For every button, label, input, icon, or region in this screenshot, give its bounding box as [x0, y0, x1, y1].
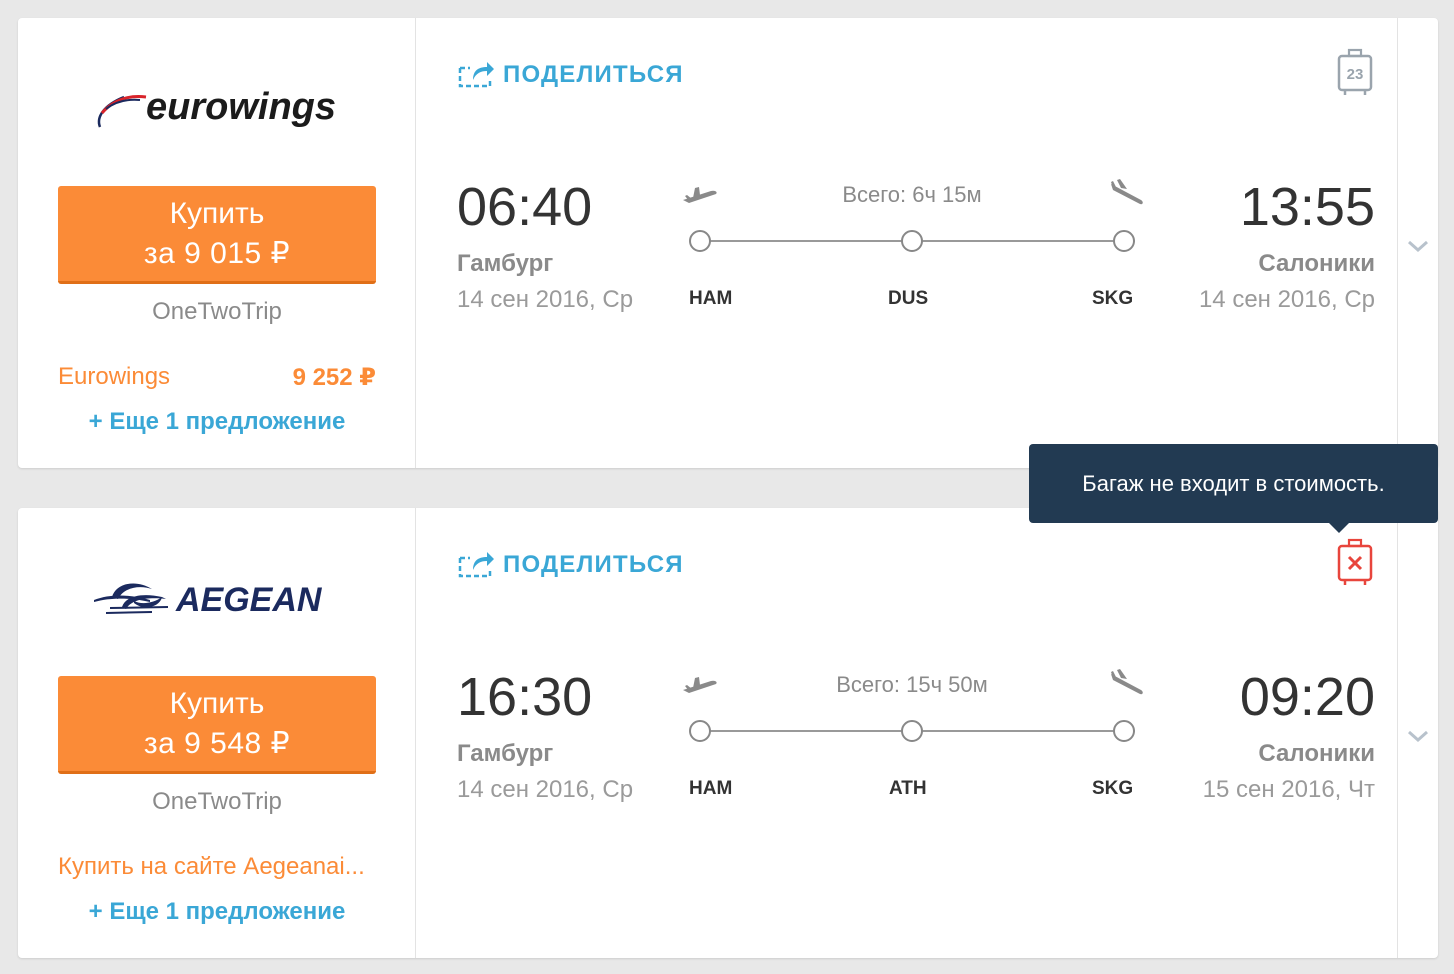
alt-offer-text: Купить на сайте Aegeanai... — [58, 853, 365, 880]
flight-details: ПОДЕЛИТЬСЯ 16:30 Гамбург 14 сен 2016, Ср… — [417, 508, 1397, 958]
stop-dot-layover — [901, 720, 923, 742]
route-timeline: Всего: 15ч 50м HAM ATH SKG — [679, 666, 1145, 816]
share-button[interactable]: ПОДЕЛИТЬСЯ — [457, 58, 684, 92]
destination-code: SKG — [1092, 778, 1134, 799]
svg-text:AEGEAN: AEGEAN — [175, 581, 323, 619]
plane-landing-icon — [1109, 179, 1143, 208]
departure-date: 14 сен 2016, Ср — [457, 286, 634, 313]
arrival-time: 09:20 — [1239, 667, 1375, 727]
stop-dot-destination — [1113, 720, 1135, 742]
layover-code: DUS — [888, 288, 929, 309]
stop-dot-destination — [1113, 230, 1135, 252]
departure-time: 06:40 — [457, 177, 593, 237]
buy-button-price: за 9 548 ₽ — [143, 726, 291, 760]
arrival-city: Салоники — [1258, 740, 1375, 767]
arrival-date: 14 сен 2016, Ср — [1198, 286, 1375, 313]
alt-offer-name: Eurowings — [58, 363, 171, 390]
arrival-date: 15 сен 2016, Чт — [1202, 776, 1375, 803]
buy-button-price: за 9 015 ₽ — [143, 236, 291, 270]
destination-code: SKG — [1092, 288, 1134, 309]
alternative-offer[interactable]: Купить на сайте Aegeanai... — [58, 853, 376, 881]
baggage-icon[interactable]: 23 — [1335, 48, 1375, 98]
svg-text:23: 23 — [1347, 66, 1364, 83]
share-label: ПОДЕЛИТЬСЯ — [503, 551, 684, 578]
flight-details: ПОДЕЛИТЬСЯ 23 06:40 Гамбург 14 сен 2016,… — [417, 18, 1397, 468]
share-label: ПОДЕЛИТЬСЯ — [503, 61, 684, 88]
buy-button[interactable]: Купить за 9 015 ₽ — [58, 186, 376, 284]
agency-name: OneTwoTrip — [152, 788, 282, 815]
alternative-offer[interactable]: Eurowings 9 252 ₽ — [58, 363, 376, 392]
origin-code: HAM — [689, 288, 733, 309]
stop-dot-origin — [689, 230, 711, 252]
buy-button-label: Купить — [169, 196, 265, 230]
flight-result-card: eurowings Купить за 9 015 ₽ OneTwoTrip E… — [18, 18, 1438, 468]
more-offers-link[interactable]: + Еще 1 предложение — [18, 408, 416, 436]
offer-panel: AEGEAN Купить за 9 548 ₽ OneTwoTrip Купи… — [18, 508, 416, 958]
baggage-tooltip: Багаж не входит в стоимость. — [1029, 444, 1438, 533]
share-button[interactable]: ПОДЕЛИТЬСЯ — [457, 548, 684, 582]
eurowings-logo-icon: eurowings — [97, 86, 336, 128]
flight-result-card: AEGEAN Купить за 9 548 ₽ OneTwoTrip Купи… — [18, 508, 1438, 958]
stop-dot-layover — [901, 230, 923, 252]
departure-city: Гамбург — [457, 250, 554, 277]
plane-landing-icon — [1109, 669, 1143, 698]
chevron-down-icon — [1408, 240, 1428, 253]
buy-button[interactable]: Купить за 9 548 ₽ — [58, 676, 376, 774]
buy-button-label: Купить — [169, 686, 265, 720]
total-duration: Всего: 6ч 15м — [842, 182, 982, 207]
arrival-time: 13:55 — [1239, 177, 1375, 237]
aegean-logo-icon: AEGEAN — [94, 581, 323, 619]
chevron-down-icon — [1408, 730, 1428, 743]
svg-text:eurowings: eurowings — [146, 86, 336, 128]
route-timeline: Всего: 6ч 15м HAM DUS SKG — [679, 176, 1145, 326]
no-baggage-icon[interactable] — [1335, 538, 1375, 588]
stop-dot-origin — [689, 720, 711, 742]
arrival-city: Салоники — [1258, 250, 1375, 277]
agency-name: OneTwoTrip — [152, 298, 282, 325]
expand-details[interactable] — [1397, 18, 1438, 468]
departure-date: 14 сен 2016, Ср — [457, 776, 634, 803]
more-offers-link[interactable]: + Еще 1 предложение — [18, 898, 416, 926]
offer-panel: eurowings Купить за 9 015 ₽ OneTwoTrip E… — [18, 18, 416, 468]
layover-code: ATH — [889, 778, 927, 799]
share-icon — [458, 552, 494, 578]
origin-code: HAM — [689, 778, 733, 799]
departure-time: 16:30 — [457, 667, 593, 727]
airline-logo: eurowings — [18, 73, 416, 143]
expand-details[interactable] — [1397, 508, 1438, 958]
total-duration: Всего: 15ч 50м — [836, 672, 988, 697]
airline-logo: AEGEAN — [18, 563, 416, 633]
alt-offer-price: 9 252 ₽ — [292, 364, 376, 391]
departure-city: Гамбург — [457, 740, 554, 767]
share-icon — [458, 62, 494, 88]
